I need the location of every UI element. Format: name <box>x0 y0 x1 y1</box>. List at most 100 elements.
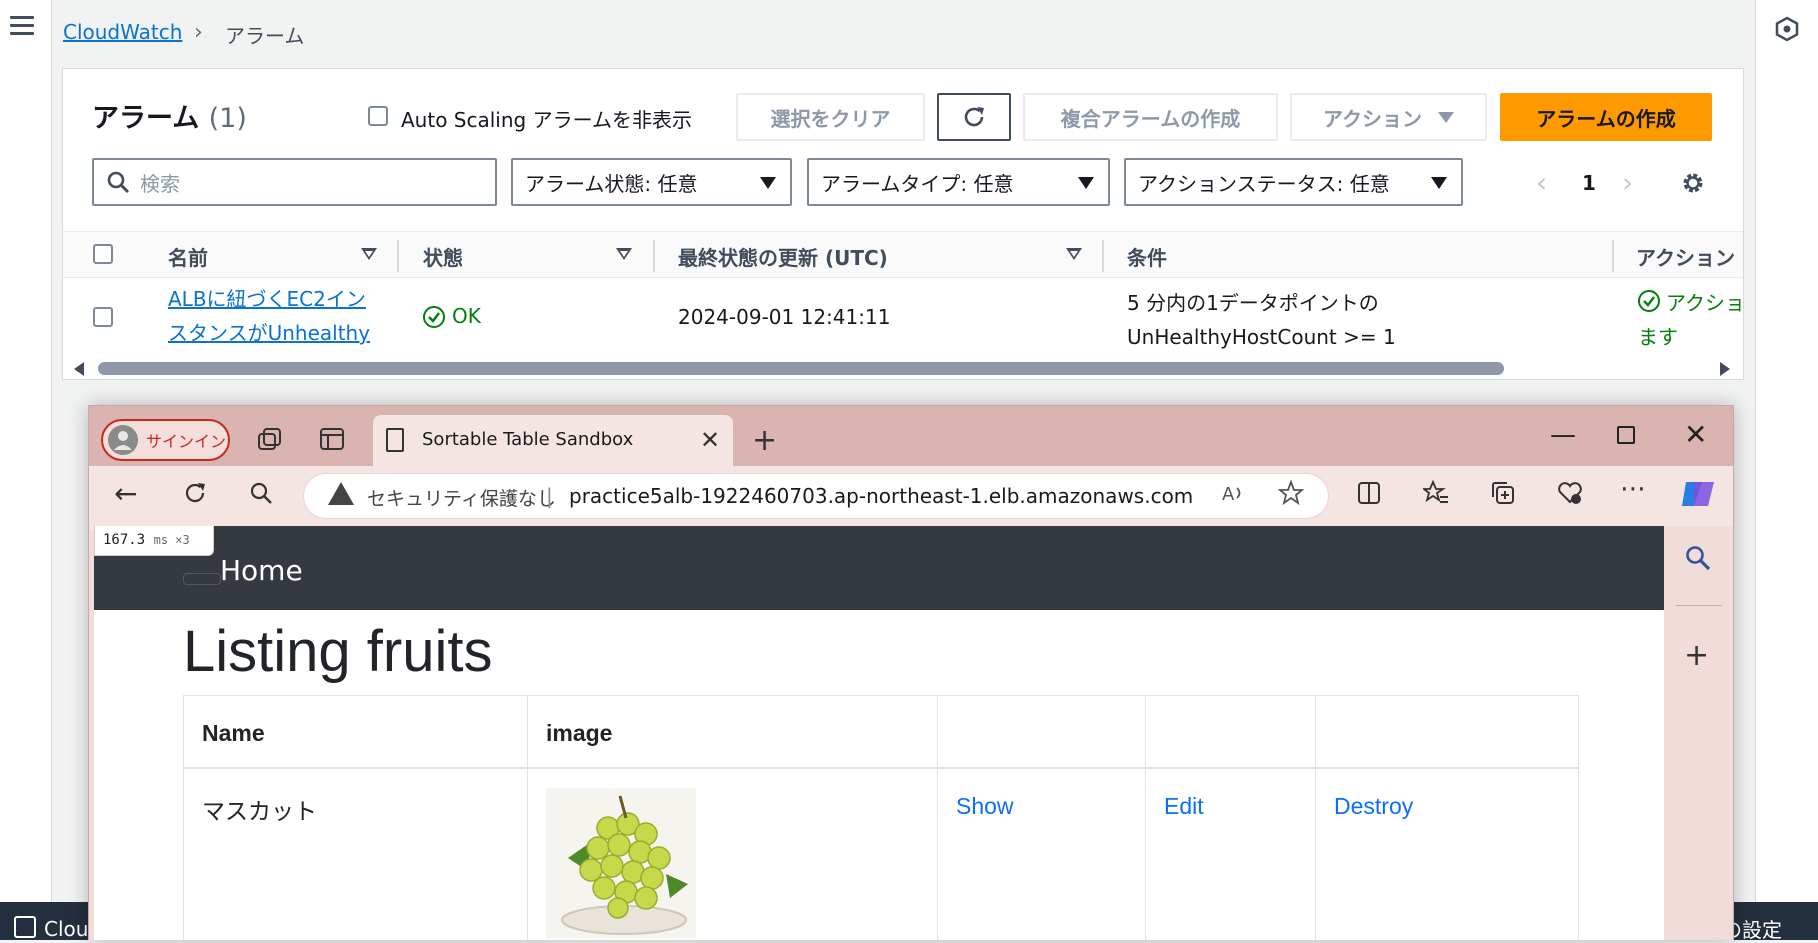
cloudshell-icon[interactable] <box>14 916 36 938</box>
filter-alarm-state[interactable]: アラーム状態: 任意 <box>511 158 792 206</box>
edit-link[interactable]: Edit <box>1164 793 1204 820</box>
th-image: image <box>546 720 613 746</box>
navbar-toggler[interactable] <box>183 573 221 585</box>
favorites-icon[interactable] <box>1423 480 1449 506</box>
workspaces-icon[interactable] <box>256 427 284 451</box>
browser-essentials-icon[interactable] <box>1557 480 1583 506</box>
sidebar-search-icon[interactable] <box>1684 544 1712 572</box>
profile-icon <box>108 425 138 455</box>
scroll-left-icon[interactable] <box>74 362 84 376</box>
table-column-line <box>1315 695 1316 940</box>
th-name: Name <box>202 720 265 746</box>
action-line2: ます <box>1638 325 1678 349</box>
split-screen-icon[interactable] <box>1356 480 1382 506</box>
hide-autoscaling-checkbox[interactable] <box>368 106 388 126</box>
breadcrumb-current: アラーム <box>225 24 305 48</box>
col-condition[interactable]: 条件 <box>1127 242 1167 271</box>
copilot-icon[interactable] <box>1680 478 1716 510</box>
table-column-line <box>937 695 938 940</box>
sort-icon[interactable] <box>1066 248 1082 260</box>
actions-dropdown-button[interactable]: アクション <box>1290 93 1487 141</box>
alarm-name-link[interactable]: ALBに紐づくEC2イン スタンスがUnhealthy <box>168 282 370 350</box>
col-state[interactable]: 状態 <box>423 242 463 271</box>
nav-home-link[interactable]: Home <box>220 554 303 587</box>
favorite-star-icon[interactable] <box>1278 480 1304 506</box>
reload-icon[interactable] <box>182 480 208 506</box>
col-updated[interactable]: 最終状態の更新 (UTC) <box>678 242 888 271</box>
filter-state-label: アラーム状態: 任意 <box>525 171 698 196</box>
back-icon[interactable]: ← <box>114 477 137 510</box>
sidebar-divider <box>1676 605 1722 606</box>
maximize-icon[interactable] <box>1617 426 1635 444</box>
actions-label: アクション <box>1323 106 1422 131</box>
vertical-tabs-icon[interactable] <box>318 427 346 451</box>
filter-action-status[interactable]: アクションステータス: 任意 <box>1124 158 1463 206</box>
row-checkbox[interactable] <box>93 307 113 327</box>
pager-current-page[interactable]: 1 <box>1582 171 1596 195</box>
read-aloud-icon[interactable]: A <box>1220 480 1246 506</box>
sort-icon[interactable] <box>616 248 632 260</box>
filter-alarm-type[interactable]: アラームタイプ: 任意 <box>807 158 1110 206</box>
column-divider[interactable] <box>653 240 655 272</box>
page-icon <box>386 428 404 452</box>
search-icon[interactable] <box>248 480 274 506</box>
perf-value: 167.3 <box>103 532 146 548</box>
scrollbar-thumb[interactable] <box>98 362 1504 375</box>
condition-line1: 5 分内の1データポイントの <box>1127 291 1379 315</box>
create-alarm-button[interactable]: アラームの作成 <box>1500 93 1712 141</box>
table-header <box>63 231 1743 278</box>
signin-button[interactable]: サインイン <box>101 419 230 461</box>
alarm-name-line1[interactable]: ALBに紐づくEC2イン <box>168 282 370 316</box>
col-name[interactable]: 名前 <box>168 242 208 271</box>
address-separator: | <box>546 484 553 508</box>
tab-close-icon[interactable]: ✕ <box>700 426 720 454</box>
more-options-icon[interactable]: ⋯ <box>1620 474 1646 504</box>
show-link[interactable]: Show <box>956 793 1014 820</box>
scroll-right-icon[interactable] <box>1720 362 1730 376</box>
close-window-icon[interactable]: ✕ <box>1684 418 1707 451</box>
url-text[interactable]: practice5alb-1922460703.ap-northeast-1.e… <box>569 484 1193 508</box>
column-divider[interactable] <box>397 240 399 272</box>
edge-sidebar <box>1664 526 1733 940</box>
sort-icon[interactable] <box>361 248 377 260</box>
sidebar-add-icon[interactable]: + <box>1684 638 1709 673</box>
column-divider[interactable] <box>1612 240 1614 272</box>
minimize-icon[interactable]: — <box>1550 420 1576 450</box>
composite-label: 複合アラームの作成 <box>1060 106 1241 131</box>
svg-text:A: A <box>1222 484 1235 505</box>
perf-badge: 167.3 ms ×3 <box>94 526 214 556</box>
search-input[interactable]: 検索 <box>92 158 497 206</box>
alarm-state: OK <box>452 304 481 328</box>
alarm-updated: 2024-09-01 12:41:11 <box>678 305 891 329</box>
condition-line2: UnHealthyHostCount >= 1 <box>1127 325 1396 349</box>
breadcrumb-cloudwatch[interactable]: CloudWatch <box>63 20 182 44</box>
gear-icon[interactable] <box>1680 170 1706 196</box>
col-actions[interactable]: アクション <box>1636 242 1735 271</box>
collections-icon[interactable] <box>1490 480 1516 506</box>
alarm-name-line2[interactable]: スタンスがUnhealthy <box>168 316 370 350</box>
refresh-icon <box>964 107 984 127</box>
caret-down-icon <box>1438 111 1454 123</box>
tab-title[interactable]: Sortable Table Sandbox <box>422 429 633 450</box>
security-warning[interactable]: セキュリティ保護なし <box>367 484 556 511</box>
create-composite-alarm-button[interactable]: 複合アラームの作成 <box>1023 93 1278 141</box>
action-line1: アクショ <box>1666 291 1744 315</box>
warning-icon[interactable] <box>328 482 354 505</box>
menu-icon[interactable] <box>10 16 34 38</box>
panel-title: アラーム (1) <box>92 96 247 135</box>
pager-prev-icon[interactable]: ‹ <box>1536 166 1547 199</box>
clear-selection-button[interactable]: 選択をクリア <box>736 93 925 141</box>
pager-next-icon[interactable]: › <box>1622 166 1633 199</box>
column-divider[interactable] <box>1102 240 1104 272</box>
select-all-checkbox[interactable] <box>93 244 113 264</box>
search-icon <box>107 171 130 194</box>
new-tab-icon[interactable]: + <box>752 423 777 458</box>
hexagon-info-icon[interactable] <box>1775 16 1799 42</box>
dropdown-icon <box>760 177 776 189</box>
fruit-name: マスカット <box>202 798 317 824</box>
panel-title-text: アラーム <box>92 103 200 134</box>
destroy-link[interactable]: Destroy <box>1334 793 1413 820</box>
aws-side-strip <box>0 0 52 940</box>
perf-unit: ms ×3 <box>153 533 190 547</box>
refresh-button[interactable] <box>937 93 1011 141</box>
